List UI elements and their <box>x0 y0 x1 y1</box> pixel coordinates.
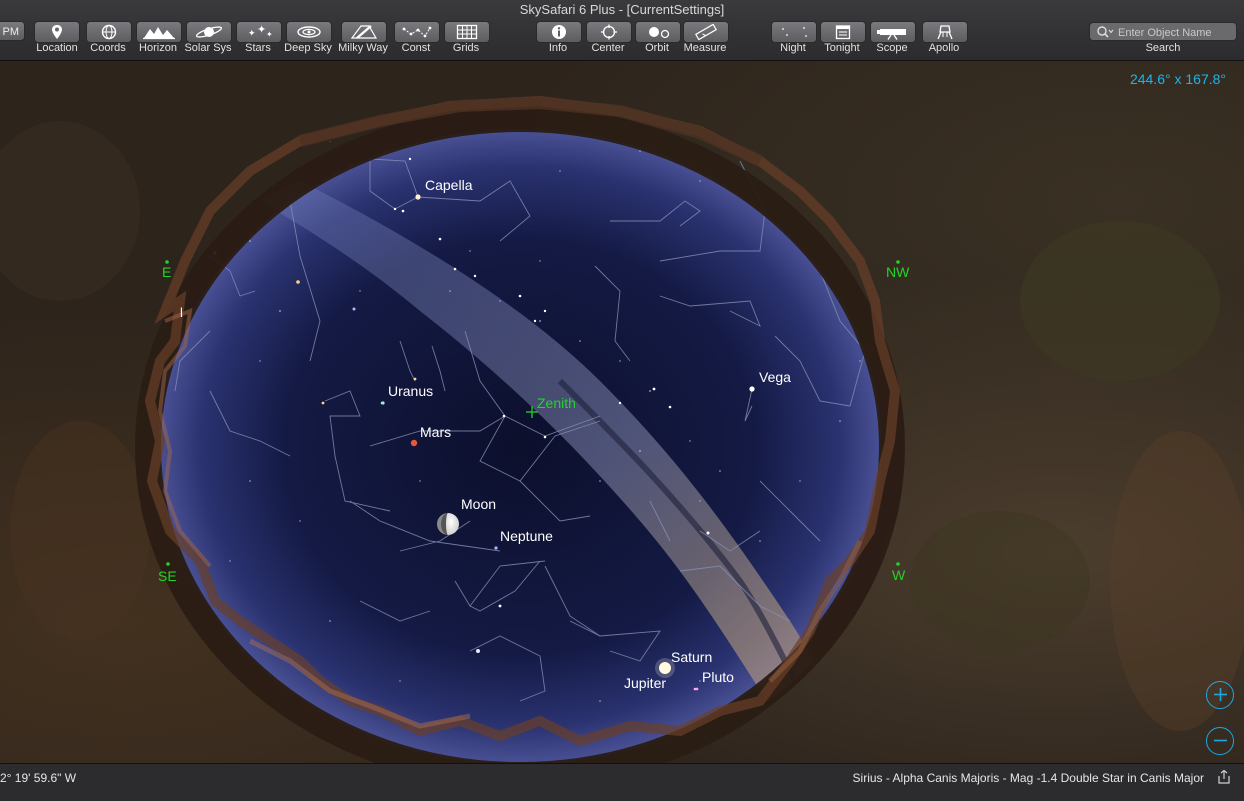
const-button[interactable] <box>394 21 440 43</box>
galaxy-icon <box>297 26 321 38</box>
compass-e: E <box>162 264 171 280</box>
uranus-marker[interactable] <box>381 401 385 405</box>
location-button[interactable] <box>34 21 80 43</box>
calendar-icon <box>835 25 851 40</box>
telescope-icon <box>877 29 906 40</box>
compass-dot-w <box>896 562 900 566</box>
title-bar: SkySafari 6 Plus - [CurrentSettings] PM … <box>0 0 1244 61</box>
compass-dot-se <box>166 562 170 566</box>
apollo-button[interactable] <box>922 21 968 43</box>
lunar-lander-icon <box>937 25 953 40</box>
milky-way-icon <box>350 25 378 39</box>
label-jupiter: Jupiter <box>624 675 666 691</box>
svg-text:✦: ✦ <box>257 24 266 36</box>
grid-icon <box>456 24 478 40</box>
moon-icon <box>782 26 807 38</box>
moon-marker[interactable] <box>437 513 459 535</box>
sky-chart[interactable]: Capella Uranus Mars Moon Neptune Vega Sa… <box>0 61 1244 763</box>
night-button[interactable] <box>771 21 817 43</box>
label-vega: Vega <box>759 369 791 385</box>
svg-text:✦: ✦ <box>266 30 273 39</box>
crosshair-icon <box>601 24 617 40</box>
search-label: Search <box>1145 42 1181 54</box>
orbit-icon <box>649 27 670 39</box>
ruler-icon <box>695 24 717 40</box>
sky-view[interactable]: Capella Uranus Mars Moon Neptune Vega Sa… <box>0 61 1244 763</box>
horizon-button[interactable] <box>136 21 182 43</box>
deep-sky-button[interactable] <box>286 21 332 43</box>
solar-sys-button[interactable] <box>186 21 232 43</box>
grids-label: Grids <box>452 42 480 54</box>
coordinate-readout: 2° 19' 59.6" W <box>0 771 77 785</box>
mars-marker[interactable] <box>410 439 418 447</box>
time-button[interactable]: PM <box>0 21 25 41</box>
minus-icon <box>1213 739 1227 742</box>
label-saturn: Saturn <box>671 649 712 665</box>
orbit-button[interactable] <box>635 21 681 43</box>
status-bar: 2° 19' 59.6" W Sirius - Alpha Canis Majo… <box>0 763 1244 801</box>
zoom-in-button[interactable] <box>1206 681 1234 709</box>
label-moon: Moon <box>461 496 496 512</box>
location-pin-icon <box>52 25 62 39</box>
zoom-out-button[interactable] <box>1206 727 1234 755</box>
coords-icon <box>101 24 117 40</box>
pluto-marker[interactable] <box>695 687 699 691</box>
tonight-button[interactable] <box>820 21 866 43</box>
svg-text:✦: ✦ <box>248 29 256 39</box>
label-partial: l <box>180 305 183 320</box>
milky-way-button[interactable] <box>341 21 387 43</box>
coords-button[interactable] <box>86 21 132 43</box>
apollo-label: Apollo <box>928 42 960 54</box>
center-button[interactable] <box>586 21 632 43</box>
compass-nw: NW <box>886 264 910 280</box>
label-neptune: Neptune <box>500 528 553 544</box>
compass-se: SE <box>158 568 177 584</box>
label-uranus: Uranus <box>388 383 433 399</box>
capella-star[interactable] <box>415 194 421 200</box>
measure-label: Measure <box>683 42 727 54</box>
grids-button[interactable] <box>444 21 490 43</box>
constellation-icon <box>402 26 432 38</box>
plus-icon <box>1213 688 1227 701</box>
label-zenith: Zenith <box>537 395 576 411</box>
search-icon <box>1097 26 1114 38</box>
info-icon <box>552 25 566 39</box>
vega-star[interactable] <box>749 386 755 392</box>
stars-button[interactable]: ✦ ✦ ✦ <box>236 21 282 43</box>
field-of-view-readout: 244.6° x 167.8° <box>1129 71 1226 87</box>
label-mars: Mars <box>420 424 451 440</box>
measure-button[interactable] <box>683 21 729 43</box>
search-box[interactable] <box>1089 22 1238 41</box>
label-capella: Capella <box>425 177 473 193</box>
stars-icon: ✦ ✦ ✦ <box>248 24 273 39</box>
selected-object-info: Sirius - Alpha Canis Majoris - Mag -1.4 … <box>852 771 1204 785</box>
label-pluto: Pluto <box>702 669 734 685</box>
window-title: SkySafari 6 Plus - [CurrentSettings] <box>519 2 725 17</box>
planet-icon <box>195 26 223 38</box>
neptune-marker[interactable] <box>494 546 498 550</box>
scope-button[interactable] <box>870 21 916 43</box>
search-input[interactable] <box>1116 24 1238 41</box>
info-button[interactable] <box>536 21 582 43</box>
horizon-icon <box>143 27 175 40</box>
share-icon[interactable] <box>1216 769 1232 785</box>
compass-w: W <box>892 567 906 583</box>
